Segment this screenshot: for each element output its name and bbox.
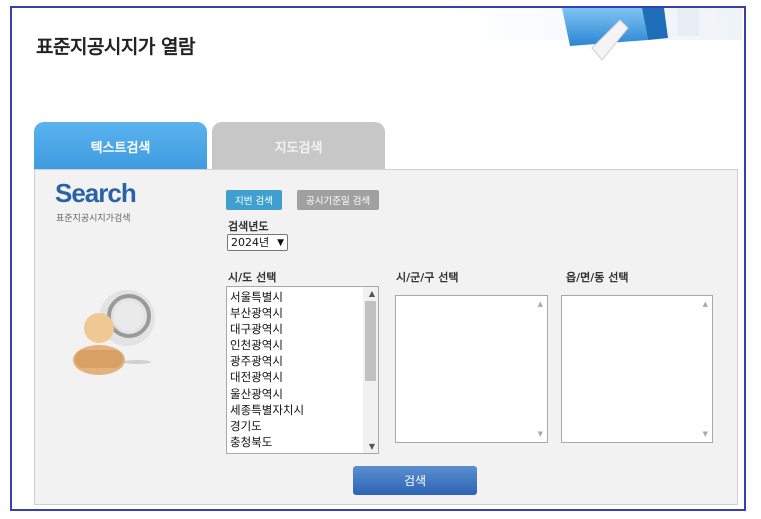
emd-label: 읍/면/동 선택 — [566, 271, 629, 284]
year-value: 2024년 — [231, 236, 270, 249]
main-frame: 표준지공시지가 열람 텍스트검색 지도검색 Search 표준지공시지가검색 지… — [10, 6, 746, 511]
scrollbar-thumb[interactable] — [365, 301, 376, 381]
scroll-down-icon[interactable]: ▼ — [538, 430, 543, 438]
search-panel: Search 표준지공시지가검색 지번 검색 공시기준일 검색 검색년도 202… — [34, 169, 738, 505]
page-title: 표준지공시지가 열람 — [36, 36, 195, 58]
list-item[interactable]: 울산광역시 — [230, 386, 304, 402]
list-item[interactable]: 광주광역시 — [230, 353, 304, 369]
year-label: 검색년도 — [228, 220, 269, 233]
jibeon-search-button[interactable]: 지번 검색 — [226, 190, 282, 210]
search-logo-subtitle: 표준지공시지가검색 — [56, 214, 131, 224]
sido-items: 서울특별시 부산광역시 대구광역시 인천광역시 광주광역시 대전광역시 울산광역… — [230, 289, 304, 450]
list-item[interactable]: 경기도 — [230, 418, 304, 434]
scroll-down-icon[interactable]: ▼ — [369, 442, 375, 451]
list-item[interactable]: 서울특별시 — [230, 289, 304, 305]
sgg-label: 시/군/구 선택 — [396, 271, 459, 284]
person-magnifier-icon — [73, 290, 155, 375]
tab-map-search[interactable]: 지도검색 — [212, 122, 385, 170]
chevron-down-icon: ▼ — [277, 238, 284, 248]
tab-text-search[interactable]: 텍스트검색 — [34, 122, 207, 170]
sido-label: 시/도 선택 — [228, 271, 277, 284]
scroll-up-icon[interactable]: ▲ — [369, 289, 375, 298]
list-item[interactable]: 인천광역시 — [230, 337, 304, 353]
search-logo: Search — [55, 178, 137, 208]
list-item[interactable]: 세종특별자치시 — [230, 402, 304, 418]
list-item[interactable]: 대구광역시 — [230, 321, 304, 337]
banner-illustration — [452, 8, 742, 61]
scroll-up-icon[interactable]: ▲ — [703, 300, 708, 308]
date-search-button[interactable]: 공시기준일 검색 — [297, 190, 380, 210]
list-item[interactable]: 대전광역시 — [230, 369, 304, 385]
emd-listbox[interactable]: ▲ ▼ — [561, 295, 713, 443]
list-item[interactable]: 충청북도 — [230, 434, 304, 450]
sido-scrollbar[interactable]: ▲ ▼ — [363, 287, 378, 453]
sido-listbox[interactable]: 서울특별시 부산광역시 대구광역시 인천광역시 광주광역시 대전광역시 울산광역… — [226, 286, 379, 454]
search-button[interactable]: 검색 — [353, 466, 477, 495]
list-item[interactable]: 부산광역시 — [230, 305, 304, 321]
scroll-down-icon[interactable]: ▼ — [703, 430, 708, 438]
scroll-up-icon[interactable]: ▲ — [538, 300, 543, 308]
year-select[interactable]: 2024년 ▼ — [227, 234, 288, 251]
sgg-listbox[interactable]: ▲ ▼ — [395, 295, 548, 443]
